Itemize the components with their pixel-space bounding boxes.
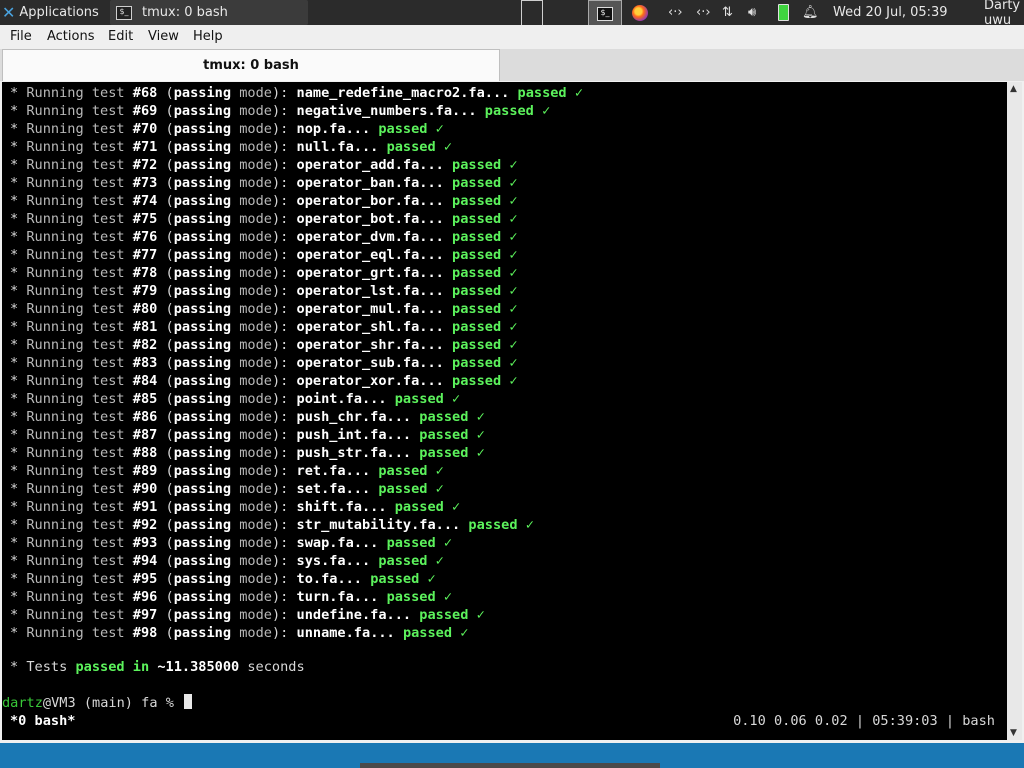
menu-bar: File Actions Edit View Help [0, 25, 1024, 49]
test-line: * Running test #72 (passing mode): opera… [10, 157, 518, 173]
workspace-icon[interactable] [521, 0, 543, 27]
test-line: * Running test #73 (passing mode): opera… [10, 175, 518, 191]
user-menu[interactable]: Darty uwu [984, 0, 1024, 28]
tab-tmux[interactable]: tmux: 0 bash [2, 49, 500, 81]
menu-edit[interactable]: Edit [108, 29, 133, 44]
summary-line: * Tests passed in ~11.385000 seconds [10, 659, 305, 675]
terminal-launcher-button[interactable]: $_ [588, 0, 622, 27]
battery-icon[interactable] [778, 0, 789, 25]
test-line: * Running test #83 (passing mode): opera… [10, 355, 518, 371]
terminal-window: File Actions Edit View Help tmux: 0 bash… [0, 25, 1024, 743]
test-line: * Running test #75 (passing mode): opera… [10, 211, 518, 227]
test-line: * Running test #89 (passing mode): ret.f… [10, 463, 444, 479]
test-line: * Running test #68 (passing mode): name_… [10, 85, 583, 101]
test-line: * Running test #77 (passing mode): opera… [10, 247, 518, 263]
desktop-bottom-handle [360, 763, 660, 768]
tmux-window-label[interactable]: *0 bash* [10, 712, 75, 730]
transfer-icon[interactable]: ⇅ [722, 0, 733, 25]
test-line: * Running test #81 (passing mode): opera… [10, 319, 518, 335]
applications-menu-button[interactable]: ✕ Applications [2, 0, 99, 25]
test-line: * Running test #95 (passing mode): to.fa… [10, 571, 436, 587]
test-line: * Running test #71 (passing mode): null.… [10, 139, 453, 155]
test-line: * Running test #92 (passing mode): str_m… [10, 517, 534, 533]
test-line: * Running test #74 (passing mode): opera… [10, 193, 518, 209]
test-line: * Running test #80 (passing mode): opera… [10, 301, 518, 317]
test-line: * Running test #82 (passing mode): opera… [10, 337, 518, 353]
scroll-up-icon[interactable]: ▲ [1010, 84, 1017, 94]
test-line: * Running test #98 (passing mode): unnam… [10, 625, 469, 641]
test-line: * Running test #78 (passing mode): opera… [10, 265, 518, 281]
terminal-output[interactable]: * Running test #68 (passing mode): name_… [2, 82, 1007, 740]
tmux-status-right: 0.10 0.06 0.02 | 05:39:03 | bash [733, 713, 995, 729]
test-line: * Running test #79 (passing mode): opera… [10, 283, 518, 299]
menu-view[interactable]: View [148, 29, 179, 44]
menu-help[interactable]: Help [193, 29, 223, 44]
test-line: * Running test #69 (passing mode): negat… [10, 103, 551, 119]
volume-icon[interactable]: 🔊︎ [748, 0, 756, 25]
text-cursor [184, 694, 193, 709]
test-line: * Running test #76 (passing mode): opera… [10, 229, 518, 245]
test-line: * Running test #87 (passing mode): push_… [10, 427, 485, 443]
network-icon[interactable]: ‹·› [668, 0, 683, 25]
test-line: * Running test #84 (passing mode): opera… [10, 373, 518, 389]
test-line: * Running test #97 (passing mode): undef… [10, 607, 485, 623]
taskbar-label: tmux: 0 bash [142, 5, 228, 20]
test-line: * Running test #96 (passing mode): turn.… [10, 589, 453, 605]
terminal-icon: $_ [116, 5, 132, 20]
taskbar-terminal-button[interactable]: $_ tmux: 0 bash [110, 0, 308, 25]
terminal-launcher-icon: $_ [597, 6, 613, 21]
network-icon[interactable]: ‹·› [696, 0, 711, 25]
menu-actions[interactable]: Actions [47, 29, 95, 44]
clock[interactable]: Wed 20 Jul, 05:39 [833, 0, 948, 25]
firefox-icon [632, 4, 648, 21]
test-line: * Running test #93 (passing mode): swap.… [10, 535, 453, 551]
tab-bar: tmux: 0 bash [0, 49, 1024, 81]
terminal-scrollbar[interactable]: ▲ ▼ [1007, 82, 1022, 740]
scroll-down-icon[interactable]: ▼ [1010, 728, 1017, 738]
top-panel: ✕ Applications $_ tmux: 0 bash $_ ‹·› ‹·… [0, 0, 1024, 28]
test-line: * Running test #85 (passing mode): point… [10, 391, 461, 407]
notification-bell-icon[interactable]: 🔔︎ [802, 0, 819, 25]
firefox-launcher-button[interactable] [624, 0, 656, 25]
shell-prompt[interactable]: dartz@VM3 (main) fa % [2, 694, 193, 712]
test-line: * Running test #70 (passing mode): nop.f… [10, 121, 444, 137]
applications-label: Applications [19, 5, 99, 20]
test-line: * Running test #88 (passing mode): push_… [10, 445, 485, 461]
xfce-logo-icon: ✕ [2, 3, 16, 22]
test-line: * Running test #86 (passing mode): push_… [10, 409, 485, 425]
test-line: * Running test #91 (passing mode): shift… [10, 499, 461, 515]
test-line: * Running test #90 (passing mode): set.f… [10, 481, 444, 497]
menu-file[interactable]: File [10, 29, 32, 44]
test-line: * Running test #94 (passing mode): sys.f… [10, 553, 444, 569]
